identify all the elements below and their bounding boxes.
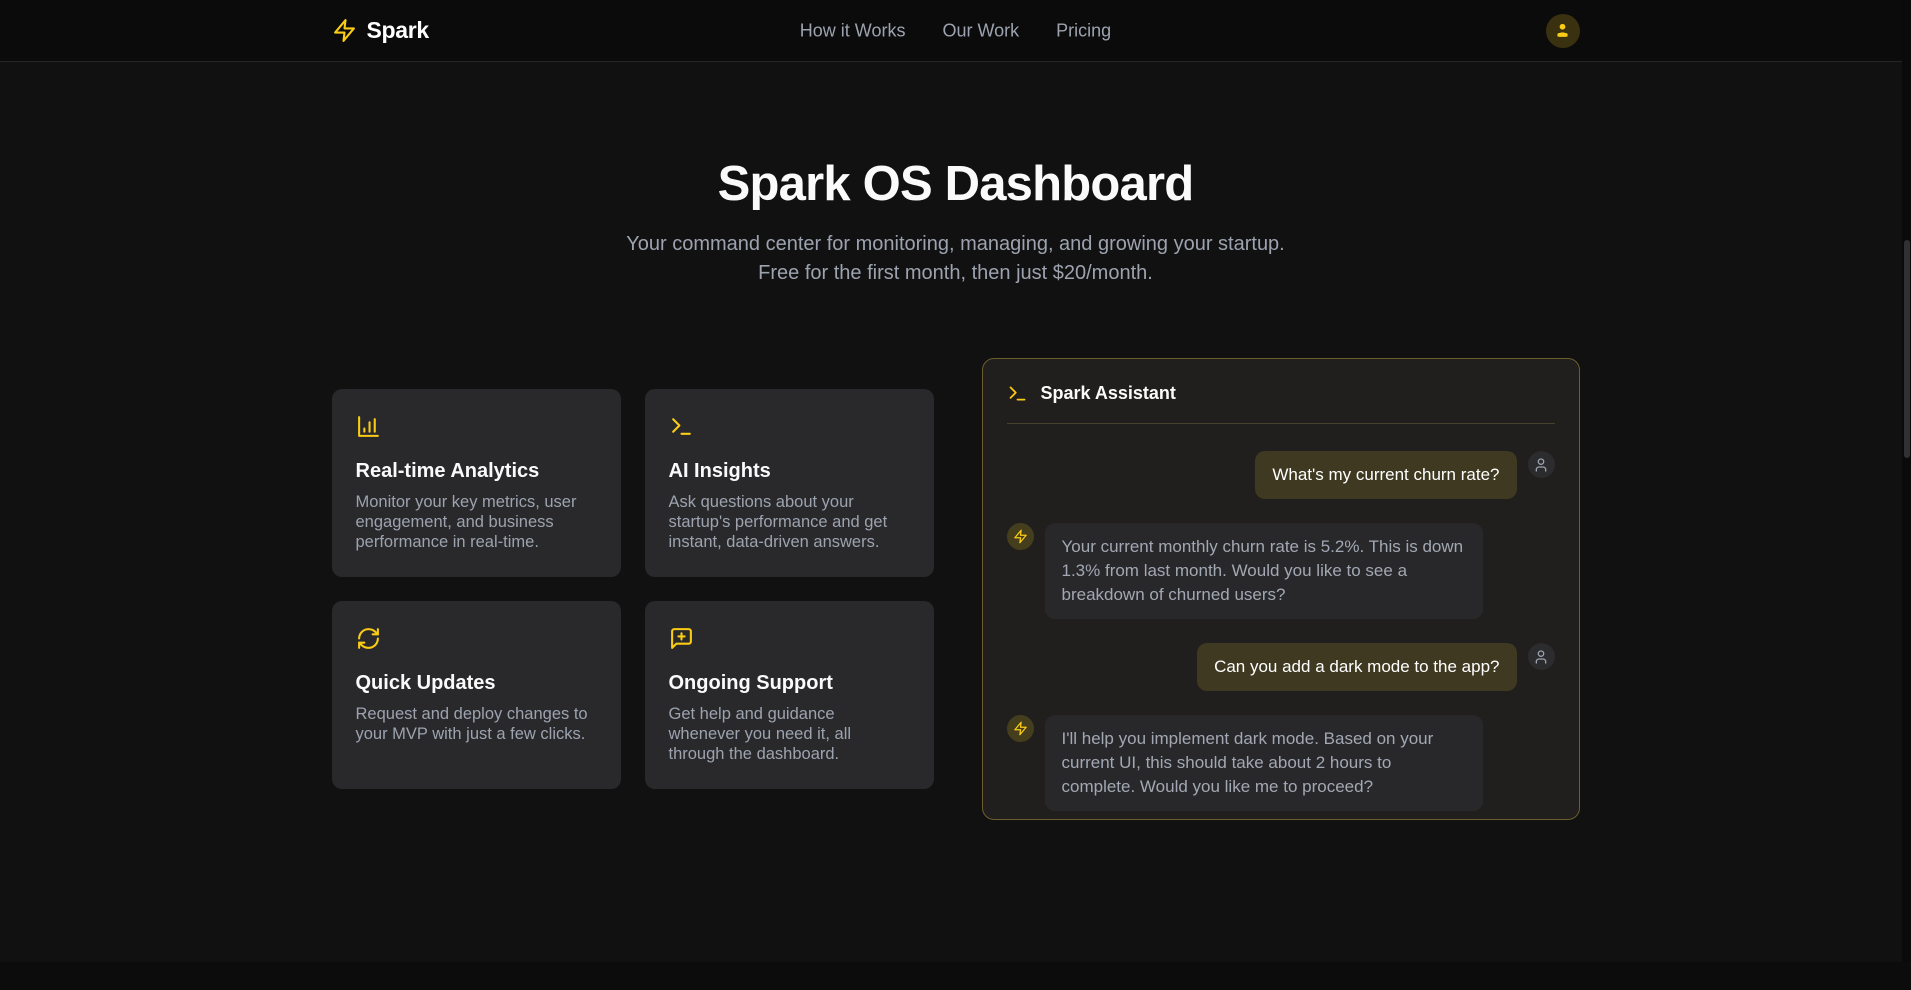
page-title: Spark OS Dashboard: [0, 156, 1911, 212]
panel-divider: [1007, 423, 1555, 424]
chat-message-assistant: Your current monthly churn rate is 5.2%.…: [1007, 523, 1555, 619]
hero-subtitle: Your command center for monitoring, mana…: [618, 230, 1294, 288]
spark-zap-icon: [332, 18, 357, 43]
brand-logo[interactable]: Spark: [332, 17, 429, 44]
account-button[interactable]: [1546, 14, 1580, 48]
feature-card-ai-insights: AI Insights Ask questions about your sta…: [645, 389, 934, 577]
assistant-message-bubble: Your current monthly churn rate is 5.2%.…: [1045, 523, 1483, 619]
user-icon: [1553, 21, 1572, 40]
scrollbar-track: [1902, 0, 1911, 990]
assistant-panel-title: Spark Assistant: [1041, 383, 1176, 404]
feature-description: Request and deploy changes to your MVP w…: [356, 704, 597, 744]
assistant-avatar: [1007, 523, 1034, 550]
top-nav: Spark How it Works Our Work Pricing: [0, 0, 1911, 62]
bar-chart-icon: [356, 414, 381, 439]
user-icon: [1533, 649, 1549, 665]
feature-title: Ongoing Support: [669, 672, 910, 695]
nav-links: How it Works Our Work Pricing: [800, 20, 1111, 41]
page-bottom-strip: [0, 962, 1911, 990]
feature-card-ongoing-support: Ongoing Support Get help and guidance wh…: [645, 601, 934, 789]
scrollbar-thumb[interactable]: [1904, 240, 1910, 458]
assistant-message-bubble: I'll help you implement dark mode. Based…: [1045, 715, 1483, 811]
features-grid: Real-time Analytics Monitor your key met…: [332, 389, 934, 789]
nav-link-our-work[interactable]: Our Work: [942, 20, 1019, 41]
feature-card-real-time-analytics: Real-time Analytics Monitor your key met…: [332, 389, 621, 577]
feature-description: Monitor your key metrics, user engagemen…: [356, 492, 597, 552]
user-icon: [1533, 457, 1549, 473]
feature-card-quick-updates: Quick Updates Request and deploy changes…: [332, 601, 621, 789]
chat-message-user: Can you add a dark mode to the app?: [1007, 643, 1555, 691]
assistant-avatar: [1007, 715, 1034, 742]
user-avatar: [1528, 643, 1555, 670]
feature-title: Quick Updates: [356, 672, 597, 695]
chat-message-assistant: I'll help you implement dark mode. Based…: [1007, 715, 1555, 811]
nav-link-how-it-works[interactable]: How it Works: [800, 20, 906, 41]
feature-title: Real-time Analytics: [356, 460, 597, 483]
hero-section: Spark OS Dashboard Your command center f…: [0, 62, 1911, 288]
feature-description: Get help and guidance whenever you need …: [669, 704, 910, 764]
user-avatar: [1528, 451, 1555, 478]
chat-message-user: What's my current churn rate?: [1007, 451, 1555, 499]
refresh-icon: [356, 626, 381, 651]
nav-link-pricing[interactable]: Pricing: [1056, 20, 1111, 41]
terminal-icon: [669, 414, 694, 439]
user-message-bubble: What's my current churn rate?: [1255, 451, 1516, 499]
feature-title: AI Insights: [669, 460, 910, 483]
spark-assistant-panel: Spark Assistant What's my current churn …: [982, 358, 1580, 820]
assistant-panel-header: Spark Assistant: [1007, 383, 1555, 404]
terminal-icon: [1007, 383, 1028, 404]
feature-description: Ask questions about your startup's perfo…: [669, 492, 910, 552]
brand-name: Spark: [367, 17, 429, 44]
zap-icon: [1013, 529, 1028, 544]
message-square-plus-icon: [669, 626, 694, 651]
main-content: Spark OS Dashboard Your command center f…: [0, 62, 1911, 820]
chat-messages: What's my current churn rate? Your curre…: [1007, 451, 1555, 811]
user-message-bubble: Can you add a dark mode to the app?: [1197, 643, 1516, 691]
zap-icon: [1013, 721, 1028, 736]
